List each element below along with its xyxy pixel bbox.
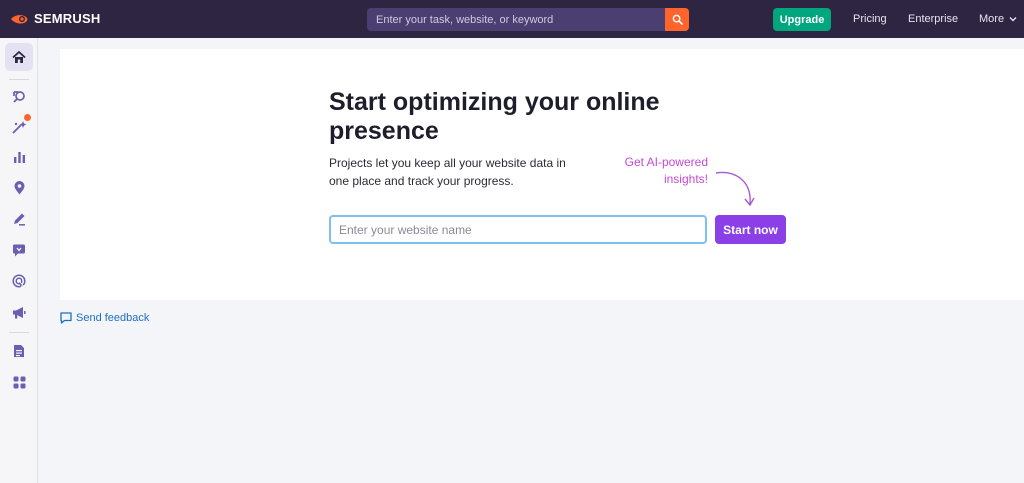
nav-more-menu[interactable]: More [979,13,1017,25]
search-icon [672,14,683,25]
global-search [367,8,689,31]
seo-icon [12,90,25,103]
sidebar-divider [9,332,29,333]
brand-name: SEMRUSH [34,11,101,26]
megaphone-icon [12,306,26,318]
start-now-button[interactable]: Start now [715,215,786,244]
report-document-icon [14,345,24,357]
notification-badge [24,114,31,121]
send-feedback-label: Send feedback [76,312,150,324]
sidebar-item-apps[interactable] [5,368,33,396]
sidebar-divider [9,79,29,80]
sidebar-item-seo[interactable] [5,82,33,110]
send-feedback-link[interactable]: Send feedback [60,312,149,324]
sidebar-item-home[interactable] [5,43,33,71]
left-sidebar [0,38,38,483]
search-button[interactable] [665,8,689,31]
social-chat-icon [13,244,25,256]
ads-target-icon [12,274,26,288]
bar-chart-icon [13,152,25,163]
website-name-input[interactable] [329,215,707,244]
brand-logo[interactable]: SEMRUSH [10,11,100,26]
chevron-down-icon [1009,17,1017,22]
home-icon [12,50,26,63]
sidebar-item-pr[interactable] [5,298,33,326]
sidebar-item-local[interactable] [5,174,33,202]
ai-sparkle-icon [11,121,26,134]
sidebar-item-ai[interactable] [5,113,33,141]
nav-enterprise[interactable]: Enterprise [908,13,958,25]
sidebar-item-advertising[interactable] [5,267,33,295]
semrush-flame-icon [11,14,28,24]
ai-insights-note: Get AI-powered insights! [624,155,708,186]
sidebar-item-content[interactable] [5,205,33,233]
global-search-input[interactable] [367,8,665,31]
feedback-chat-icon [60,312,72,324]
sidebar-item-traffic[interactable] [5,143,33,171]
projects-description: Projects let you keep all your website d… [329,156,566,188]
page-title: Start optimizing your online presence [329,88,660,145]
sidebar-item-reports[interactable] [5,337,33,365]
nav-pricing[interactable]: Pricing [853,13,887,25]
upgrade-button[interactable]: Upgrade [773,8,831,31]
sidebar-item-social[interactable] [5,236,33,264]
content-pen-icon [14,213,25,226]
top-navigation-bar: SEMRUSH Upgrade Pricing Enterprise More [0,0,1024,38]
curved-arrow-icon [715,171,755,207]
apps-grid-icon [13,376,25,388]
location-pin-icon [14,181,24,195]
nav-more-label: More [979,13,1005,25]
